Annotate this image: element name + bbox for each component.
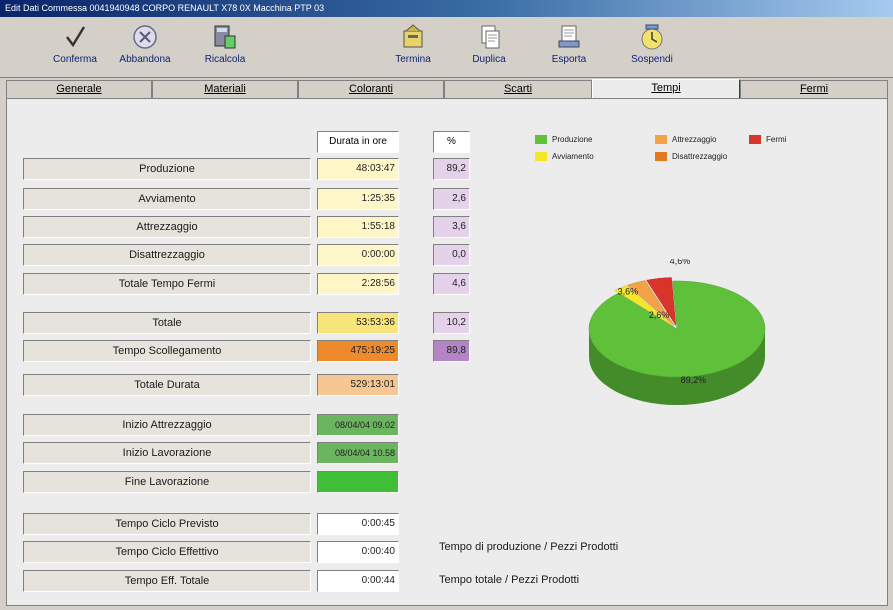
inizio-attrezzaggio-value: 08/04/04 09.02 [317, 414, 399, 436]
tempo-ciclo-previsto-label: Tempo Ciclo Previsto [23, 513, 311, 535]
termina-button[interactable]: Termina [378, 19, 448, 75]
esporta-button[interactable]: Esporta [534, 19, 604, 75]
toolbar: Conferma Abbandona Ricalcola Termina Dup… [0, 17, 893, 78]
tab-coloranti[interactable]: Coloranti [298, 80, 444, 98]
attrezzaggio-durata: 1:55:18 [317, 216, 399, 238]
pie-label-fermi: 4,6% [670, 259, 691, 266]
legend-disattrezzaggio: Disattrezzaggio [655, 152, 727, 162]
totale-label: Totale [23, 312, 311, 334]
totale-durata: 53:53:36 [317, 312, 399, 334]
tempo-eff-totale-value: 0:00:44 [317, 570, 399, 592]
ricalcola-button[interactable]: Ricalcola [190, 19, 260, 75]
abbandona-label: Abbandona [119, 54, 171, 65]
tempo-scollegamento-label: Tempo Scollegamento [23, 340, 311, 362]
totale-percent: 10,2 [433, 312, 470, 334]
recalculate-icon [214, 25, 236, 49]
ricalcola-label: Ricalcola [204, 54, 246, 65]
tempo-eff-totale-note: Tempo totale / Pezzi Prodotti [439, 574, 580, 586]
produzione-percent: 89,2 [433, 158, 470, 180]
totale-tempo-fermi-percent: 4,6 [433, 273, 470, 295]
duplica-label: Duplica [472, 54, 506, 65]
conferma-label: Conferma [53, 54, 97, 65]
legend-produzione: Produzione [535, 135, 592, 145]
disattrezzaggio-durata: 0:00:00 [317, 244, 399, 266]
tempi-panel: Durata in ore % Produzione 48:03:47 89,2… [6, 98, 888, 606]
pie-slice-produzione [588, 280, 766, 378]
produzione-durata: 48:03:47 [317, 158, 399, 180]
conferma-button[interactable]: Conferma [40, 19, 110, 75]
tempo-eff-totale-label: Tempo Eff. Totale [23, 570, 311, 592]
sospendi-label: Sospendi [631, 54, 673, 65]
chart-legend: Produzione Attrezzaggio Fermi Avviamento… [535, 135, 815, 175]
pie-chart: 89,2% 2,6% 3,6% 4,6% [588, 259, 766, 405]
produzione-label: Produzione [23, 158, 311, 180]
legend-attrezzaggio: Attrezzaggio [655, 135, 716, 145]
tab-materiali[interactable]: Materiali [152, 80, 298, 98]
pie-label-avviamento: 2,6% [649, 310, 670, 320]
pie-label-produzione: 89,2% [681, 375, 707, 385]
disattrezzaggio-percent: 0,0 [433, 244, 470, 266]
avviamento-percent: 2,6 [433, 188, 470, 210]
legend-avviamento: Avviamento [535, 152, 594, 162]
inizio-lavorazione-label: Inizio Lavorazione [23, 442, 311, 464]
suspend-icon [641, 24, 663, 50]
sospendi-button[interactable]: Sospendi [617, 19, 687, 75]
attrezzaggio-label: Attrezzaggio [23, 216, 311, 238]
durata-header: Durata in ore [317, 131, 399, 153]
totale-durata-value: 529:13:01 [317, 374, 399, 396]
totale-durata-label: Totale Durata [23, 374, 311, 396]
attrezzaggio-percent: 3,6 [433, 216, 470, 238]
tab-tempi[interactable]: Tempi [592, 79, 740, 99]
totale-tempo-fermi-durata: 2:28:56 [317, 273, 399, 295]
abbandona-button[interactable]: Abbandona [110, 19, 180, 75]
window-title: Edit Dati Commessa 0041940948 CORPO RENA… [0, 0, 893, 17]
disattrezzaggio-label: Disattrezzaggio [23, 244, 311, 266]
export-icon [558, 25, 580, 48]
tab-scarti[interactable]: Scarti [444, 80, 592, 98]
avviamento-durata: 1:25:35 [317, 188, 399, 210]
terminate-icon [403, 24, 423, 48]
inizio-lavorazione-value: 08/04/04 10.58 [317, 442, 399, 464]
avviamento-label: Avviamento [23, 188, 311, 210]
duplicate-icon [481, 25, 500, 49]
esporta-label: Esporta [551, 54, 587, 65]
cancel-icon [133, 25, 157, 49]
duplica-button[interactable]: Duplica [454, 19, 524, 75]
tab-strip: Generale Materiali Coloranti Scarti Temp… [6, 79, 888, 99]
tempo-ciclo-effettivo-value: 0:00:40 [317, 541, 399, 563]
fine-lavorazione-value [317, 471, 399, 493]
tempo-ciclo-effettivo-label: Tempo Ciclo Effettivo [23, 541, 311, 563]
totale-tempo-fermi-label: Totale Tempo Fermi [23, 273, 311, 295]
tab-fermi[interactable]: Fermi [740, 80, 888, 98]
termina-label: Termina [395, 54, 431, 65]
percent-header: % [433, 131, 470, 153]
tempo-scollegamento-percent: 89,8 [433, 340, 470, 362]
checkmark-icon [66, 26, 86, 48]
tempo-ciclo-previsto-value[interactable]: 0:00:45 [317, 513, 399, 535]
fine-lavorazione-label: Fine Lavorazione [23, 471, 311, 493]
pie-label-attrezzaggio: 3,6% [618, 286, 639, 296]
legend-fermi: Fermi [749, 135, 786, 145]
tempo-ciclo-effettivo-note: Tempo di produzione / Pezzi Prodotti [439, 541, 619, 553]
tab-generale[interactable]: Generale [6, 80, 152, 98]
inizio-attrezzaggio-label: Inizio Attrezzaggio [23, 414, 311, 436]
tempo-scollegamento-durata: 475:19:25 [317, 340, 399, 362]
